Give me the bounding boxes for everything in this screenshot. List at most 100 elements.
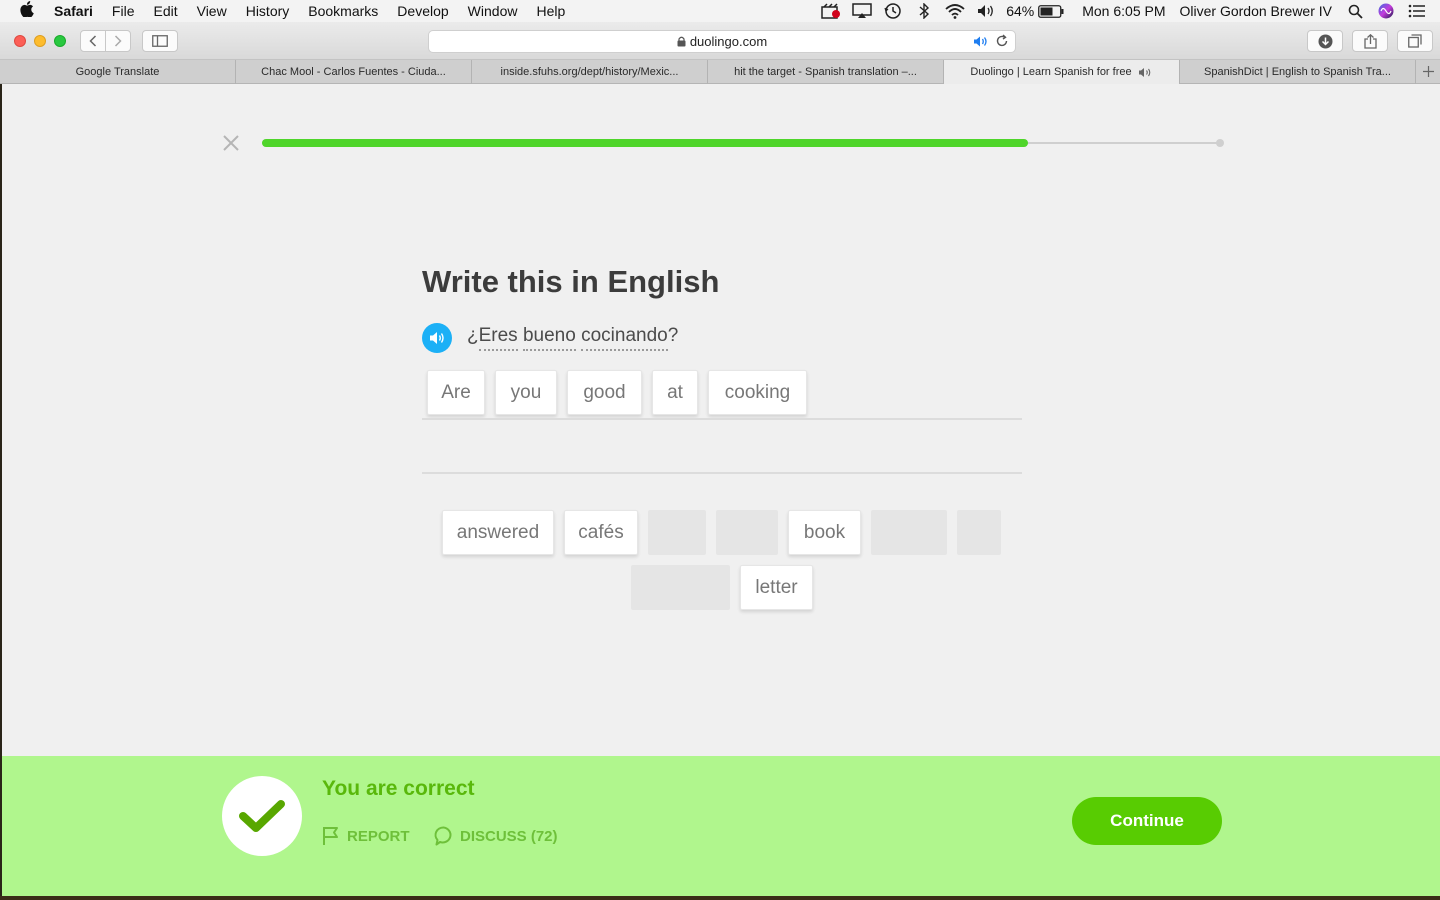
word-bank-used-slot [648,510,706,555]
check-icon [239,800,285,832]
back-button[interactable] [80,30,106,52]
airplay-icon[interactable] [851,2,873,20]
tab-google-translate[interactable]: Google Translate [0,60,236,84]
answer-tile[interactable]: cooking [708,370,807,415]
word-bank-tile[interactable]: letter [740,565,813,610]
address-url: duolingo.com [689,34,768,49]
report-button[interactable]: REPORT [322,826,410,846]
discuss-button[interactable]: DISCUSS (72) [434,826,558,846]
tab-title: Google Translate [75,66,160,78]
word-bank-used-slot [631,565,730,610]
menu-view[interactable]: View [197,3,227,19]
tab-overview-button[interactable] [1397,30,1433,52]
menu-window[interactable]: Window [468,3,518,19]
progress-end-dot [1216,139,1224,147]
answer-tile[interactable]: Are [427,370,485,415]
word-bank-used-slot [871,510,947,555]
word-bank-tile[interactable]: cafés [564,510,638,555]
tabs-icon [1408,34,1422,48]
lesson-progress-bar [262,139,1224,147]
menubar-clock[interactable]: Mon 6:05 PM [1082,3,1165,19]
audio-playing-icon[interactable] [973,35,989,51]
tab-audio-icon[interactable] [1138,67,1153,78]
battery-icon[interactable] [1038,2,1064,20]
window-minimize-button[interactable] [34,35,46,47]
speaker-icon [430,332,444,344]
feedback-footer: You are correct REPORT DISCUSS (72) Cont… [2,756,1440,900]
tab-title: inside.sfuhs.org/dept/history/Mexic... [500,66,679,78]
siri-icon[interactable] [1375,2,1397,20]
sentence-word[interactable]: Eres [478,325,518,351]
menu-develop[interactable]: Develop [397,3,448,19]
time-machine-icon[interactable] [882,2,904,20]
window-close-button[interactable] [14,35,26,47]
answer-line [422,418,1022,420]
address-bar[interactable]: duolingo.com [428,30,1016,53]
window-fullscreen-button[interactable] [54,35,66,47]
tab-title: Duolingo | Learn Spanish for free [970,66,1132,78]
share-button[interactable] [1352,30,1388,52]
continue-button[interactable]: Continue [1072,797,1222,845]
lock-icon [677,36,686,47]
volume-icon[interactable] [975,2,997,20]
word-bank-tile[interactable]: answered [442,510,554,555]
tab-title: SpanishDict | English to Spanish Tra... [1204,66,1391,78]
sentence-word[interactable]: bueno [522,325,576,351]
menu-bar: Safari File Edit View History Bookmarks … [0,0,1440,22]
menu-app-safari[interactable]: Safari [54,3,93,19]
wifi-icon[interactable] [944,2,966,20]
sidebar-toggle-button[interactable] [142,30,178,52]
quit-lesson-button[interactable] [221,133,241,153]
notification-center-icon[interactable] [1406,2,1428,20]
browser-toolbar: duolingo.com [0,22,1440,60]
feedback-title: You are correct [322,777,475,800]
word-bank-used-slot [957,510,1001,555]
sentence-punct: ¿ [467,325,479,346]
answer-area: Are you good at cooking [422,364,1022,474]
tab-hit-the-target[interactable]: hit the target - Spanish translation –..… [708,60,944,84]
flag-icon [323,827,338,845]
reload-icon[interactable] [995,34,1009,51]
battery-percent: 64% [1006,3,1035,19]
answer-tile[interactable]: at [652,370,698,415]
sentence-punct: ? [667,325,679,346]
menu-file[interactable]: File [112,3,135,19]
answer-tile[interactable]: you [495,370,557,415]
word-bank-tile[interactable]: book [788,510,861,555]
challenge-sentence: ¿Eres bueno cocinando? [467,325,679,351]
tab-chac-mool[interactable]: Chac Mool - Carlos Fuentes - Ciuda... [236,60,472,84]
downloads-button[interactable] [1307,30,1343,52]
report-label: REPORT [347,827,410,845]
screen-record-icon[interactable] [820,2,842,20]
play-audio-button[interactable] [422,323,452,353]
tab-spanishdict[interactable]: SpanishDict | English to Spanish Tra... [1180,60,1416,84]
sentence-word[interactable]: cocinando [581,325,668,351]
search-icon[interactable] [1344,2,1366,20]
chevron-right-icon [114,35,122,47]
menu-bookmarks[interactable]: Bookmarks [308,3,378,19]
discuss-label: DISCUSS (72) [460,827,558,845]
answer-line [422,472,1022,474]
tab-title: hit the target - Spanish translation –..… [734,66,917,78]
challenge-title: Write this in English [422,264,720,299]
tab-duolingo[interactable]: Duolingo | Learn Spanish for free [944,60,1180,84]
progress-fill [262,139,1029,147]
menu-edit[interactable]: Edit [153,3,177,19]
sidebar-icon [152,35,168,47]
menubar-user[interactable]: Oliver Gordon Brewer IV [1180,3,1333,19]
menu-help[interactable]: Help [536,3,565,19]
answer-tile[interactable]: good [567,370,642,415]
chevron-left-icon [89,35,97,47]
tab-sfuhs-history[interactable]: inside.sfuhs.org/dept/history/Mexic... [472,60,708,84]
apple-icon[interactable] [20,1,38,21]
bluetooth-icon[interactable] [913,2,935,20]
speech-bubble-icon [434,826,452,846]
tab-title: Chac Mool - Carlos Fuentes - Ciuda... [261,66,446,78]
lesson-page: Write this in English ¿Eres bueno cocina… [2,84,1440,900]
menu-history[interactable]: History [246,3,290,19]
correct-badge [222,776,302,856]
tab-bar: Google Translate Chac Mool - Carlos Fuen… [0,60,1440,84]
plus-icon [1422,66,1434,77]
forward-button[interactable] [105,30,131,52]
new-tab-button[interactable] [1416,60,1440,83]
